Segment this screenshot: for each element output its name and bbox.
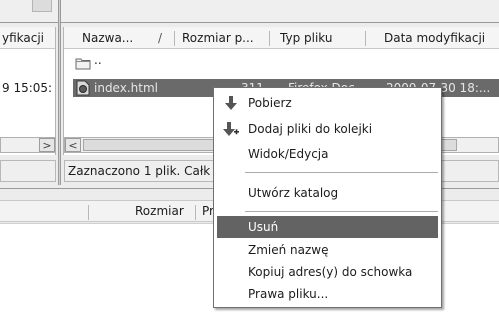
scroll-left-button[interactable]: < [65,138,81,152]
menu-item-label: Utwórz katalog [248,186,339,200]
menu-item-label: Widok/Edycja [248,147,329,161]
column-separator[interactable] [269,31,270,46]
menu-item-file-permissions[interactable]: Prawa pliku... [217,283,438,305]
parent-folder-label: .. [94,53,102,67]
column-header-date[interactable]: Data modyfikacji [384,27,499,49]
menu-separator [245,211,438,212]
queue-column-size[interactable]: Rozmiar [135,204,184,218]
left-panel-row[interactable]: 9 15:05: [0,79,55,97]
menu-item-create-directory[interactable]: Utwórz katalog [217,182,438,204]
menu-item-rename[interactable]: Zmień nazwę [217,239,438,261]
menu-item-add-to-queue[interactable]: Dodaj pliki do kolejki [217,118,438,140]
menu-item-label: Kopiuj adres(y) do schowka [248,265,413,279]
top-strip [0,0,499,23]
menu-item-label: Zmień nazwę [248,243,329,257]
column-header-type[interactable]: Typ pliku [280,27,368,49]
menu-item-download[interactable]: Pobierz [217,92,438,114]
sort-indicator-icon: / [158,31,163,45]
menu-item-label: Usuń [248,220,279,234]
queue-column-separator[interactable] [88,205,89,220]
scroll-left-icon: < [68,139,78,152]
column-separator[interactable] [365,31,366,46]
menu-item-label: Prawa pliku... [248,287,329,301]
panel-splitter[interactable] [58,0,61,185]
column-type-label: Typ pliku [280,31,333,45]
folder-icon [75,56,91,70]
left-header-label: yfikacji [2,31,45,45]
file-name: index.html [94,81,158,95]
menu-item-view-edit[interactable]: Widok/Edycja [217,143,438,165]
file-list-header: Nazwa... / Rozmiar p... Typ pliku Data m… [64,27,499,49]
queue-column-separator[interactable] [195,205,196,220]
column-header-size[interactable]: Rozmiar p... [182,27,270,49]
download-arrow-icon [223,95,239,111]
menu-item-delete[interactable]: Usuń [217,216,438,238]
scroll-right-icon: > [42,139,52,152]
left-row-date: 9 15:05: [2,81,53,95]
context-menu: Pobierz Dodaj pliki do kolejki Widok/Edy… [213,87,442,308]
menu-item-copy-url[interactable]: Kopiuj adres(y) do schowka [217,261,438,283]
menu-item-label: Pobierz [248,96,292,110]
top-divider [0,22,499,23]
left-status-fragment [0,160,56,182]
menu-separator [245,172,438,173]
top-left-button-fragment[interactable] [32,0,52,12]
column-separator[interactable] [174,31,175,46]
column-size-label: Rozmiar p... [182,31,254,45]
column-name-label: Nazwa... [82,31,134,45]
left-panel: yfikacji 9 15:05: [0,27,56,155]
left-panel-header[interactable]: yfikacji [0,27,55,49]
scroll-right-button[interactable]: > [39,138,55,152]
column-header-name[interactable]: Nazwa... / [82,27,174,49]
file-row-parent[interactable]: .. [64,53,499,73]
html-file-icon [76,80,90,96]
left-horizontal-scrollbar[interactable]: > [0,137,56,153]
add-to-queue-icon [223,121,239,137]
column-date-label: Data modyfikacji [384,31,486,45]
menu-item-label: Dodaj pliki do kolejki [248,122,373,136]
status-text: Zaznaczono 1 plik. Całk [68,164,211,178]
